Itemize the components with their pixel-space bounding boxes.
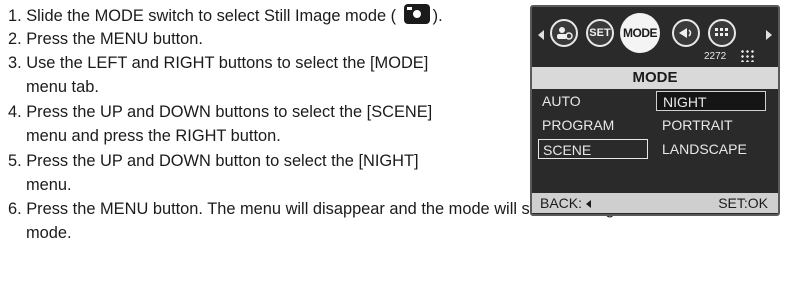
step-1: 1. Slide the MODE switch to select Still… (8, 4, 443, 28)
menu-item-portrait[interactable]: PORTRAIT (656, 115, 772, 135)
audio-glyph (679, 28, 692, 38)
audio-icon (672, 19, 700, 47)
step-number: 4. (8, 103, 22, 121)
right-arrow-icon (766, 30, 772, 40)
lcd-top-icons: SET MODE 2272 (532, 7, 778, 69)
camera-lcd-menu: SET MODE 2272 MODE AUTO NIGHT PROGRAM PO… (530, 5, 780, 216)
step-number: 3. (8, 54, 22, 72)
size-dots-icon (740, 49, 756, 62)
set-icon: SET (586, 19, 614, 47)
step-text: menu. (26, 176, 72, 194)
step-text-end: ). (432, 7, 443, 25)
step-number: 2. (8, 30, 22, 48)
mode-icon: MODE (620, 13, 660, 53)
step-3-cont: menu tab. (26, 76, 99, 99)
menu-item-landscape[interactable]: LANDSCAPE (656, 139, 772, 159)
step-text: Slide the MODE switch to select Still Im… (26, 7, 397, 25)
camera-icon (403, 4, 430, 24)
step-text: menu tab. (26, 78, 99, 96)
step-5-cont: menu. (26, 174, 72, 197)
image-count: 2272 (704, 51, 727, 62)
step-5: 5. Press the UP and DOWN button to selec… (8, 150, 419, 173)
menu-item-program[interactable]: PROGRAM (538, 115, 652, 135)
left-arrow-icon (538, 30, 544, 40)
step-text: Press the UP and DOWN buttons to select … (26, 103, 433, 121)
menu-title: MODE (532, 67, 778, 89)
menu-item-auto[interactable]: AUTO (538, 91, 652, 111)
person-icon (550, 19, 578, 47)
step-text: Use the LEFT and RIGHT buttons to select… (26, 54, 429, 72)
menu-item-scene[interactable]: SCENE (538, 139, 648, 159)
back-hint: BACK: (540, 193, 592, 213)
step-text: Press the UP and DOWN button to select t… (26, 152, 419, 170)
step-text: Press the MENU button. (26, 30, 203, 48)
step-6-cont: mode. (26, 222, 72, 245)
mode-label: MODE (623, 26, 658, 40)
set-label: SET (589, 27, 611, 39)
step-number: 6. (8, 200, 22, 218)
menu-item-night[interactable]: NIGHT (656, 91, 766, 111)
grid-icon (708, 19, 736, 47)
back-label: BACK: (540, 195, 583, 211)
step-text: mode. (26, 224, 72, 242)
person-glyph (557, 27, 573, 40)
grid-glyph (715, 28, 728, 36)
set-ok-hint: SET:OK (718, 195, 768, 211)
lcd-bottom-bar: BACK: SET:OK (532, 193, 778, 213)
menu-row: AUTO NIGHT (532, 91, 778, 113)
step-number: 1. (8, 7, 22, 25)
step-3: 3. Use the LEFT and RIGHT buttons to sel… (8, 52, 428, 75)
menu-row: PROGRAM PORTRAIT (532, 115, 778, 137)
step-number: 5. (8, 152, 22, 170)
step-4-cont: menu and press the RIGHT button. (26, 125, 281, 148)
menu-row: SCENE LANDSCAPE (532, 139, 778, 161)
left-triangle-icon (586, 200, 592, 208)
step-2: 2. Press the MENU button. (8, 28, 203, 51)
step-4: 4. Press the UP and DOWN buttons to sele… (8, 101, 432, 124)
step-text: menu and press the RIGHT button. (26, 127, 281, 145)
